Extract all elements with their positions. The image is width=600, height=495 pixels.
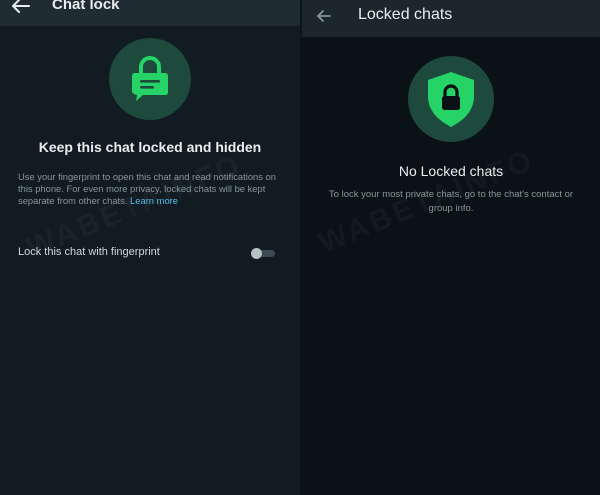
shield-badge — [408, 56, 494, 142]
back-arrow-icon — [12, 0, 30, 13]
fingerprint-lock-row[interactable]: Lock this chat with fingerprint — [0, 240, 300, 266]
back-button[interactable] — [11, 0, 31, 14]
chat-lock-heading: Keep this chat locked and hidden — [38, 139, 262, 155]
page-title: Locked chats — [358, 6, 453, 23]
chat-lock-top-bar: Chat lock — [0, 0, 300, 26]
fingerprint-lock-label: Lock this chat with fingerprint — [18, 246, 160, 258]
back-button[interactable] — [316, 8, 332, 24]
fingerprint-toggle[interactable] — [251, 248, 275, 259]
locked-chats-screen: Locked chats WABETAINFO No Locked chats … — [302, 0, 600, 495]
locked-chats-top-bar: Locked chats — [302, 0, 600, 37]
shield-lock-icon — [428, 72, 474, 127]
chat-lock-screen: Chat lock WABETAINFO Keep this chat lock… — [0, 0, 300, 495]
back-arrow-icon — [317, 10, 331, 22]
page-title: Chat lock — [52, 0, 120, 13]
learn-more-link[interactable]: Learn more — [130, 195, 178, 206]
no-locked-chats-heading: No Locked chats — [398, 163, 504, 179]
chat-lock-description: Use your fingerprint to open this chat a… — [18, 171, 284, 207]
toggle-thumb — [251, 248, 262, 259]
chat-lock-badge — [109, 38, 191, 120]
chat-lock-icon — [132, 56, 168, 101]
no-locked-chats-description: To lock your most private chats, go to t… — [328, 189, 574, 214]
